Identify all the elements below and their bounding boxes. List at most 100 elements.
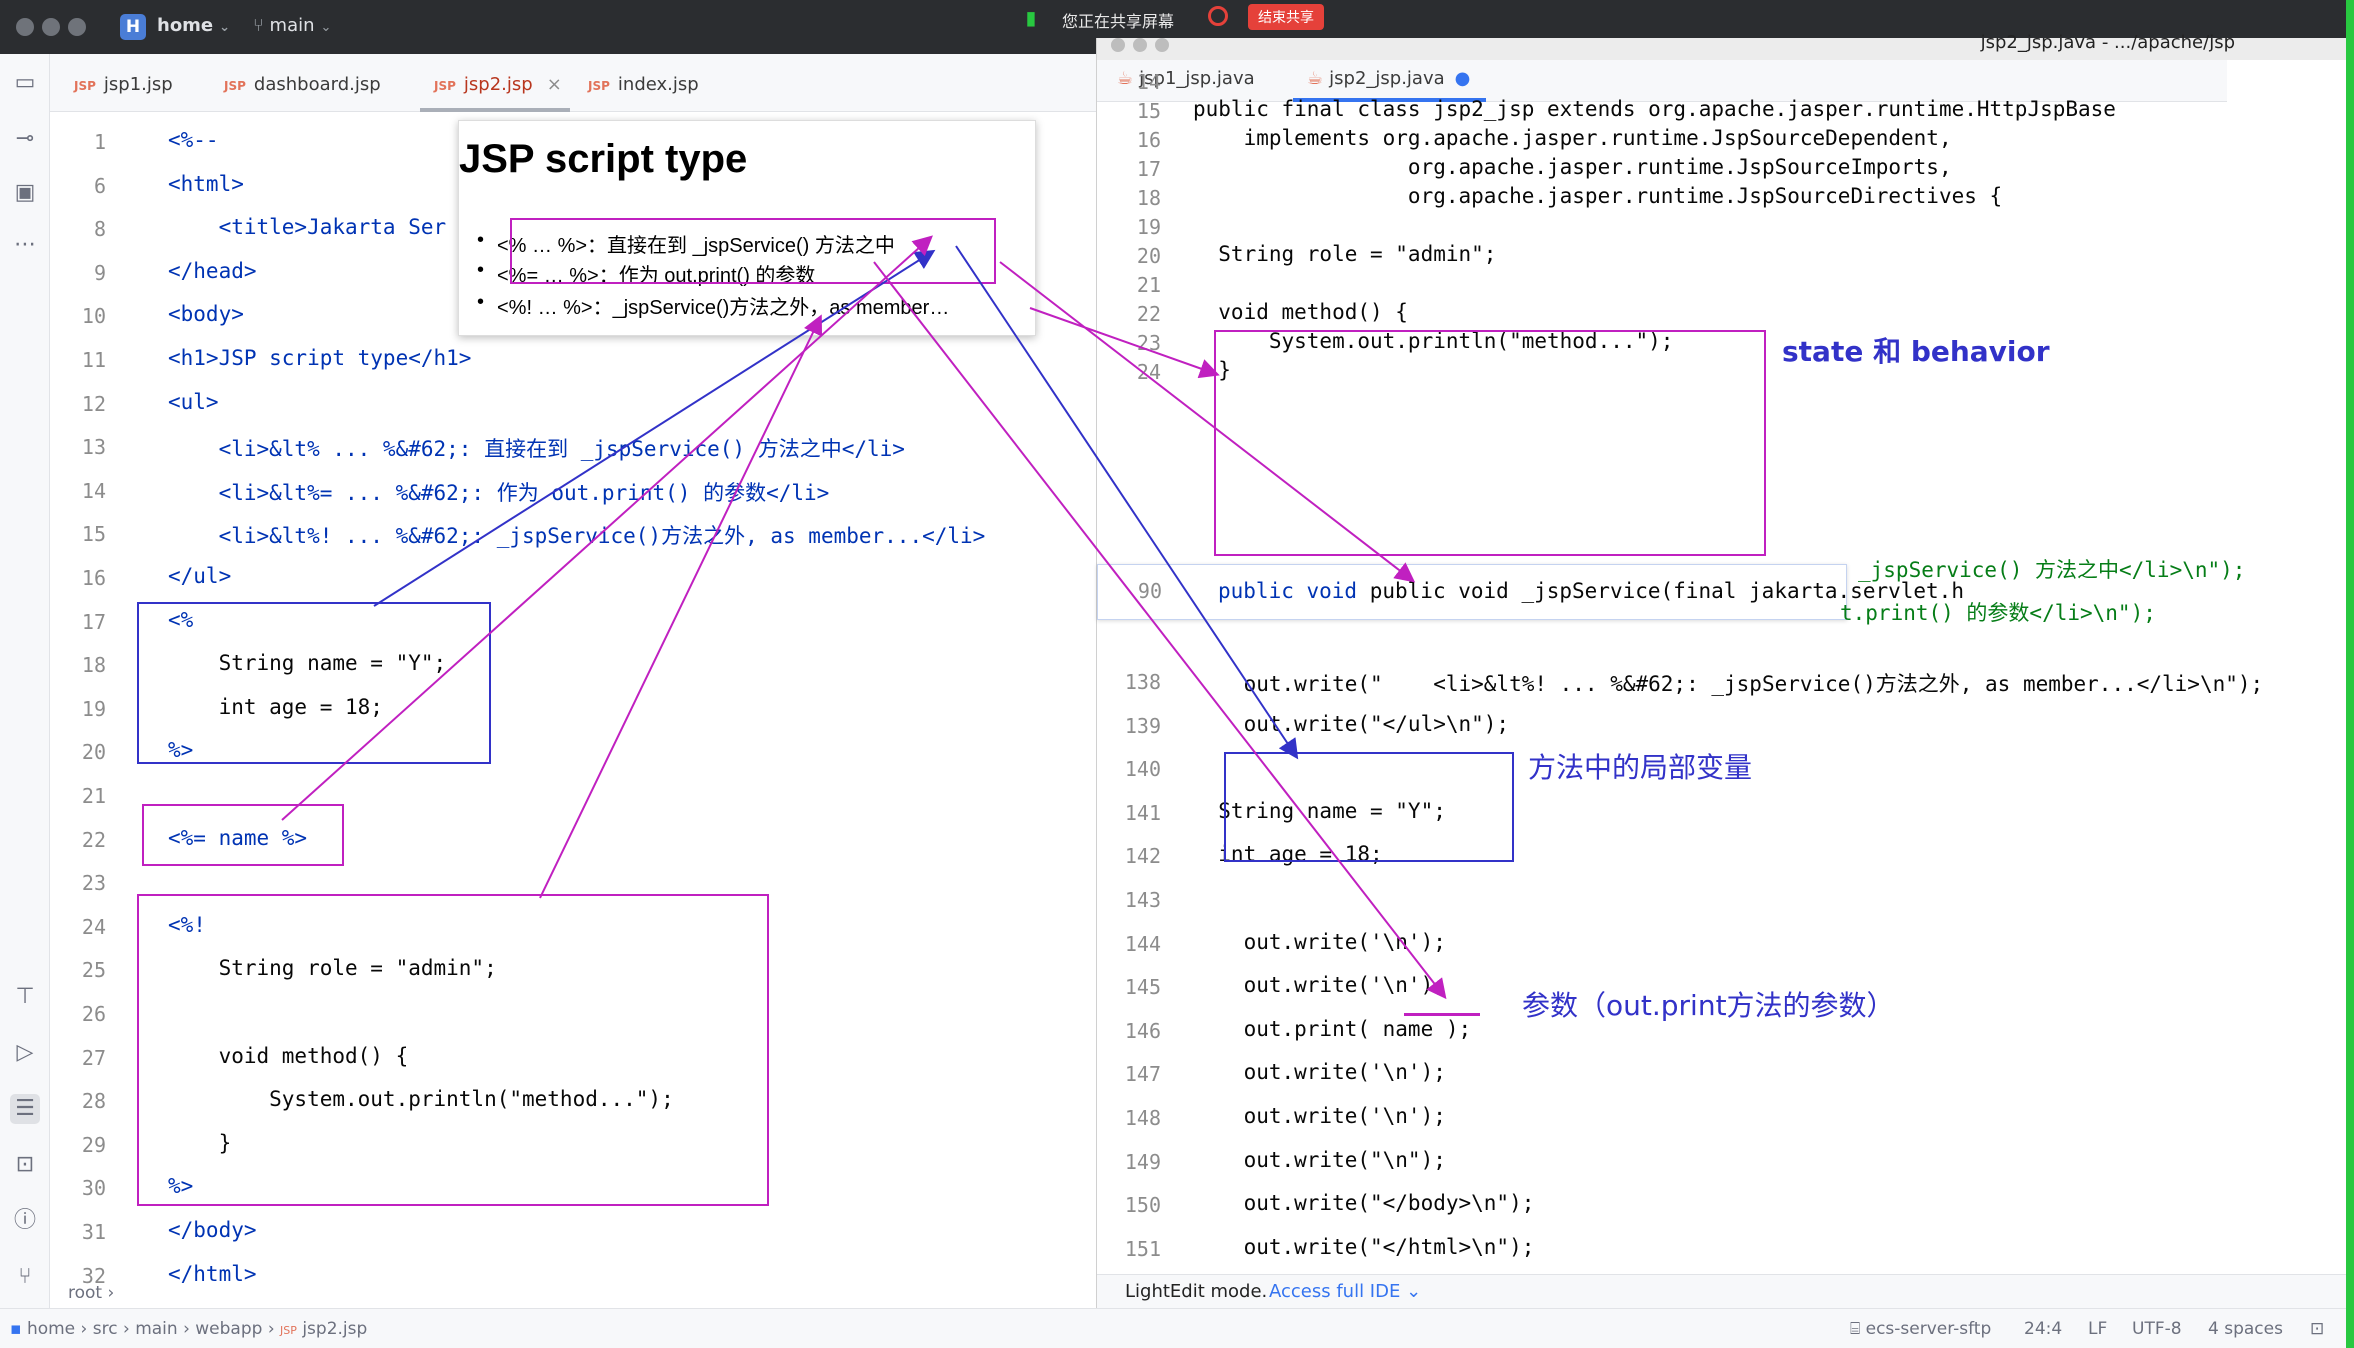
terminal-icon[interactable]: ⊡ <box>10 1150 40 1180</box>
line-number: 21 <box>1136 273 1161 297</box>
branch-switcher[interactable]: ⑂ main ⌄ <box>253 15 331 36</box>
scriptlet-box <box>137 602 491 764</box>
line-number: 18 <box>81 653 106 678</box>
editor-breadcrumb[interactable]: root › <box>50 1278 1096 1308</box>
line-number: 20 <box>1136 244 1161 268</box>
lightedit-label: LightEdit mode. <box>1125 1281 1268 1302</box>
tab-jsp2-java[interactable]: ☕ jsp2_jsp.java ● <box>1307 68 1470 89</box>
tool-window-strip: ▭ ⊸ ▣ ⋯ ⊤ ▷ ☰ ⊡ ⓘ ⑂ <box>0 54 50 1348</box>
signal-icon: ▮ <box>1026 8 1036 28</box>
more-icon[interactable]: ⋯ <box>10 230 40 260</box>
code-line: out.write("</ul>\n"); <box>1193 711 1510 736</box>
structure-icon[interactable]: ▣ <box>10 178 40 208</box>
line-number: 22 <box>1136 302 1161 326</box>
line-number: 25 <box>81 958 106 983</box>
branch-icon: ⑂ <box>253 15 270 36</box>
tab-index[interactable]: JSP index.jsp <box>588 74 699 95</box>
code-line: out.write("</body>\n"); <box>1193 1191 1535 1216</box>
line-number: 90 <box>1137 579 1162 603</box>
status-breadcrumb[interactable]: ▪ home › src › main › webapp › JSP jsp2.… <box>10 1319 367 1339</box>
close-window-button[interactable] <box>16 18 34 36</box>
tab-jsp2[interactable]: JSP jsp2.jsp × <box>434 74 562 95</box>
tab-jsp1[interactable]: JSP jsp1.jsp <box>74 74 173 95</box>
close-window-button[interactable] <box>1111 38 1125 52</box>
file-encoding[interactable]: UTF-8 <box>2132 1319 2182 1339</box>
line-number: 26 <box>81 1002 106 1026</box>
run-icon[interactable]: ▷ <box>10 1038 40 1068</box>
local-var-note: 方法中的局部变量 <box>1528 751 1753 784</box>
line-number: 148 <box>1124 1106 1161 1130</box>
maximize-window-button[interactable] <box>1155 38 1169 52</box>
code-line: <li>&lt% ... %&#62;: 直接在到 _jspService() … <box>168 437 905 462</box>
editor-tabs-right: ☕ jsp1_jsp.java ☕ jsp2_jsp.java ● <box>1097 60 2227 102</box>
stop-share-button[interactable]: 结束共享 <box>1248 4 1324 30</box>
indent-setting[interactable]: 4 spaces <box>2208 1319 2283 1339</box>
code-fragment: t.print() 的参数</li>\n"); <box>1840 601 2156 625</box>
chevron-down-icon: ⌄ <box>320 20 332 35</box>
code-line: public final class jsp2_jsp extends org.… <box>1193 97 2116 121</box>
lock-icon[interactable]: ⊡ <box>2310 1319 2324 1339</box>
line-number: 142 <box>1124 844 1161 869</box>
close-icon[interactable]: × <box>547 74 562 95</box>
line-number: 9 <box>93 260 106 285</box>
line-number: 145 <box>1124 975 1161 1000</box>
line-number: 15 <box>1136 99 1161 123</box>
code-line: <title>Jakarta Ser <box>168 215 447 240</box>
problems-icon[interactable]: ⓘ <box>10 1206 40 1236</box>
crumb[interactable]: src <box>93 1319 118 1339</box>
line-number: 17 <box>81 609 106 634</box>
tab-dashboard[interactable]: JSP dashboard.jsp <box>224 74 381 95</box>
maximize-window-button[interactable] <box>68 18 86 36</box>
jsp-file-icon: JSP <box>434 79 456 93</box>
line-number: 139 <box>1124 713 1161 738</box>
param-underline <box>1404 1013 1480 1016</box>
line-number: 31 <box>81 1220 106 1244</box>
caret-position[interactable]: 24:4 <box>2024 1319 2062 1339</box>
crumb[interactable]: webapp <box>195 1319 262 1339</box>
editor-tabs: JSP jsp1.jsp JSP dashboard.jsp JSP jsp2.jsp… <box>50 54 1096 112</box>
line-number: 150 <box>1124 1193 1161 1218</box>
line-number: 22 <box>81 827 106 852</box>
list-item: <%! … %>：_jspService()方法之外，as member… <box>477 291 949 320</box>
project-switcher[interactable]: home ⌄ <box>157 15 230 36</box>
commit-icon[interactable]: ⊸ <box>10 124 40 154</box>
line-separator[interactable]: LF <box>2088 1319 2107 1339</box>
services-icon[interactable]: ☰ <box>10 1094 40 1124</box>
line-number: 24 <box>1136 360 1161 384</box>
line-number: 8 <box>93 217 106 242</box>
line-number: 15 <box>81 522 106 547</box>
lightedit-bar: LightEdit mode. Access full IDE ⌄ <box>1097 1274 2354 1308</box>
minimize-window-button[interactable] <box>1133 38 1147 52</box>
line-number: 29 <box>81 1132 106 1157</box>
code-line: </ul> <box>168 564 232 588</box>
crumb[interactable]: home <box>27 1319 75 1339</box>
crumb[interactable]: jsp2.jsp <box>302 1319 367 1339</box>
member-box <box>1214 330 1766 556</box>
project-badge[interactable]: H <box>120 14 146 40</box>
line-number: 23 <box>81 871 106 896</box>
minimize-window-button[interactable] <box>42 18 60 36</box>
server-name: ecs-server-sftp <box>1865 1319 1992 1339</box>
folder-icon[interactable]: ▭ <box>10 68 40 98</box>
jsp-file-icon: JSP <box>74 79 96 93</box>
access-ide-link[interactable]: Access full IDE ⌄ <box>1269 1281 1421 1302</box>
line-number: 151 <box>1124 1236 1161 1261</box>
tab-label: index.jsp <box>617 74 699 95</box>
line-number: 18 <box>1136 186 1161 210</box>
server-indicator[interactable]: ⌸ ecs-server-sftp <box>1850 1319 1991 1339</box>
share-border <box>2346 0 2354 1348</box>
code-line: void method() { <box>1193 300 1408 324</box>
link-text: Access full IDE <box>1269 1281 1401 1302</box>
jsp-file-icon: JSP <box>588 79 610 93</box>
crumb[interactable]: main <box>135 1319 177 1339</box>
line-number: 19 <box>1136 215 1161 239</box>
code-line: <body> <box>168 302 244 327</box>
line-number: 140 <box>1124 757 1161 782</box>
line-number: 12 <box>81 391 106 416</box>
state-behavior-note: state 和 behavior <box>1782 335 2050 368</box>
branch-name: main <box>269 15 315 36</box>
tab-label: jsp2.jsp <box>463 74 533 95</box>
tab-label: jsp1.jsp <box>103 74 173 95</box>
build-icon[interactable]: ⊤ <box>10 982 40 1012</box>
git-icon[interactable]: ⑂ <box>10 1262 40 1292</box>
